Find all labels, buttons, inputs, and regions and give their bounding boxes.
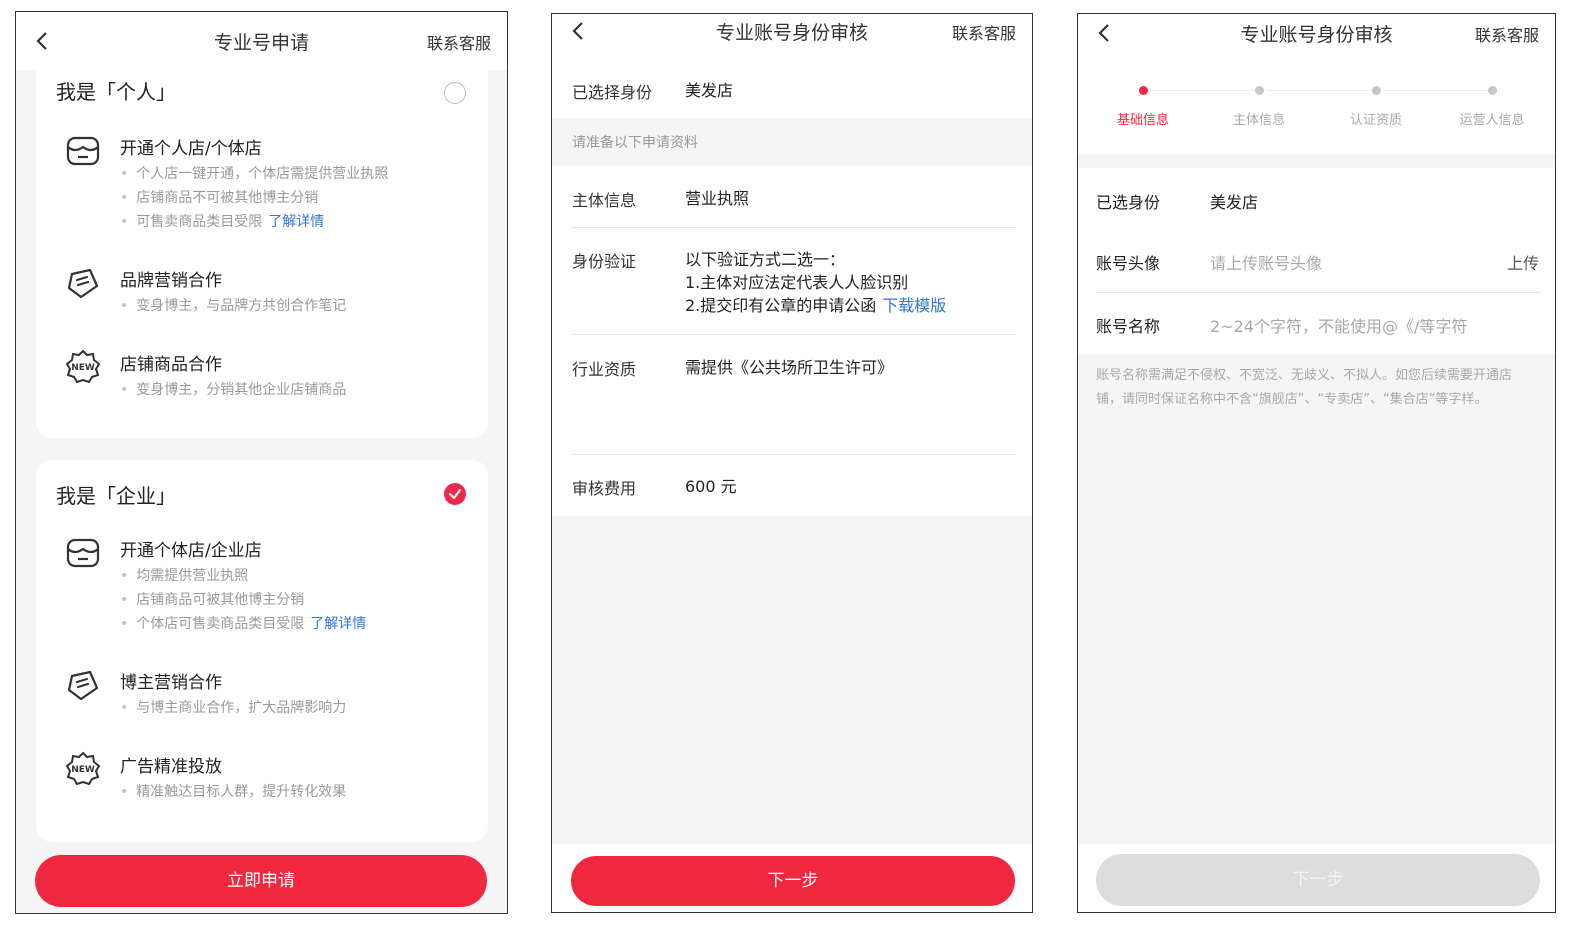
feature-bullet-with-link: 个体店可售卖商品类目受限了解详情 (120, 612, 366, 636)
feature-bullet-with-link: 可售卖商品类目受限了解详情 (120, 210, 388, 234)
feature-name: 品牌营销合作 (120, 271, 222, 291)
avatar-placeholder: 请上传账号头像 (1210, 254, 1323, 273)
radio-enterprise-checked[interactable] (444, 483, 466, 505)
feature-bullet: 可售卖商品类目受限 (136, 214, 263, 230)
step-dot (1371, 86, 1381, 95)
svg-text:NEW: NEW (71, 765, 95, 775)
divider (572, 334, 1016, 335)
selected-identity-value: 美发店 (1210, 193, 1259, 212)
step-dot (1254, 86, 1264, 95)
store-icon (66, 136, 100, 166)
step-dot (1138, 86, 1148, 95)
learn-more-link[interactable]: 了解详情 (310, 616, 366, 632)
download-template-link[interactable]: 下载模版 (882, 296, 946, 315)
feature-bullet: 与博主商业合作，扩大品牌影响力 (120, 696, 346, 720)
step-label: 主体信息 (1232, 113, 1285, 128)
requirements-list: 主体信息 营业执照 身份验证 以下验证方式二选一： 1.主体对应法定代表人人脸识… (552, 166, 1032, 516)
svg-text:NEW: NEW (71, 363, 95, 373)
requirement-line-with-link: 2.提交印有公章的申请公函 下载模版 (685, 294, 946, 317)
selected-identity-row: 已选择身份 美发店 (552, 72, 1032, 118)
feature-bullet: 变身博主，分销其他企业店铺商品 (120, 378, 346, 402)
requirement-label: 身份验证 (572, 252, 637, 271)
step-basic-info: 基础信息 (1085, 86, 1201, 128)
feature-bullet: 店铺商品不可被其他博主分销 (120, 186, 388, 210)
basic-info-form: 已选身份 美发店 账号头像 请上传账号头像 上传 账号名称 2~24个字符，不能… (1078, 168, 1555, 354)
screen-basic-info-form: 专业账号身份审核 联系客服 基础信息 主体信息 认证资质 运营人信息 已选身份 … (1077, 13, 1556, 913)
divider (572, 227, 1016, 228)
requirement-value: 营业执照 (685, 189, 750, 208)
requirement-value: 600 元 (685, 477, 737, 496)
feature-name: 博主营销合作 (120, 673, 222, 693)
step-label: 运营人信息 (1459, 113, 1525, 128)
step-entity-info: 主体信息 (1201, 86, 1317, 128)
materials-hint: 请准备以下申请资料 (572, 135, 698, 151)
new-badge-icon: NEW (65, 349, 101, 384)
next-step-button-disabled[interactable]: 下一步 (1096, 854, 1540, 906)
feature-bullet: 均需提供营业执照 (120, 564, 366, 588)
selected-identity-label: 已选择身份 (572, 83, 653, 102)
naming-rules-note: 账号名称需满足不侵权、不宽泛、无歧义、不拟人。如您后续需要开通店铺，请同时保证名… (1096, 368, 1513, 407)
next-step-button[interactable]: 下一步 (571, 856, 1015, 906)
requirement-line: 1.主体对应法定代表人人脸识别 (685, 273, 909, 292)
feature-name: 开通个体店/企业店 (120, 541, 262, 561)
feature-name: 店铺商品合作 (120, 355, 222, 375)
feature-bullet: 个体店可售卖商品类目受限 (136, 616, 305, 632)
customer-service-link[interactable]: 联系客服 (952, 20, 1016, 44)
divider (572, 454, 1016, 455)
customer-service-link[interactable]: 联系客服 (427, 30, 491, 54)
radio-personal[interactable] (444, 82, 466, 104)
avatar-label: 账号头像 (1096, 254, 1161, 273)
identity-title-enterprise: 我是「企业」 (56, 484, 176, 508)
identity-card-enterprise[interactable]: 我是「企业」 开通个体店/企业店 均需提供营业执照 店铺商品可被其他博主分销 个… (36, 460, 488, 842)
new-badge-icon: NEW (65, 751, 101, 786)
step-operator-info: 运营人信息 (1434, 86, 1550, 128)
feature-bullet: 精准触达目标人群，提升转化效果 (120, 780, 346, 804)
account-name-label: 账号名称 (1096, 317, 1161, 336)
divider (1096, 292, 1539, 293)
step-qualification: 认证资质 (1318, 86, 1434, 128)
step-label: 基础信息 (1116, 113, 1169, 128)
feature-name: 开通个人店/个体店 (120, 139, 262, 159)
nav-bar: 专业账号身份审核 联系客服 (1078, 14, 1555, 72)
screen-professional-account-apply: 专业号申请 联系客服 我是「个人」 开通个人店/个体店 个人店一键开通，个体店需… (15, 11, 508, 914)
screen-identity-review-requirements: 专业账号身份审核 联系客服 已选择身份 美发店 请准备以下申请资料 主体信息 营… (551, 13, 1033, 913)
selected-identity-label: 已选身份 (1096, 193, 1161, 212)
feature-bullet: 个人店一键开通，个体店需提供营业执照 (120, 162, 388, 186)
requirement-line: 以下验证方式二选一： (685, 250, 846, 269)
feature-bullet: 店铺商品可被其他博主分销 (120, 588, 366, 612)
brand-tag-icon (67, 268, 99, 299)
step-dot (1487, 86, 1497, 95)
progress-steps: 基础信息 主体信息 认证资质 运营人信息 (1078, 72, 1555, 154)
requirement-label: 审核费用 (572, 479, 637, 498)
requirement-value: 需提供《公共场所卫生许可》 (685, 358, 894, 377)
nav-bar: 专业账号身份审核 联系客服 (552, 14, 1032, 72)
store-icon (66, 538, 100, 568)
account-name-input[interactable]: 2~24个字符，不能使用@《/等字符 (1210, 313, 1467, 337)
check-icon (448, 488, 462, 500)
step-label: 认证资质 (1349, 113, 1402, 128)
learn-more-link[interactable]: 了解详情 (268, 214, 324, 230)
apply-now-button[interactable]: 立即申请 (35, 855, 487, 907)
upload-avatar-button[interactable]: 上传 (1507, 250, 1539, 274)
identity-card-personal[interactable]: 我是「个人」 开通个人店/个体店 个人店一键开通，个体店需提供营业执照 店铺商品… (36, 52, 488, 438)
requirement-label: 行业资质 (572, 360, 637, 379)
feature-name: 广告精准投放 (120, 757, 222, 777)
requirement-line: 2.提交印有公章的申请公函 (685, 296, 877, 315)
customer-service-link[interactable]: 联系客服 (1475, 22, 1539, 46)
feature-bullet: 变身博主，与品牌方共创合作笔记 (120, 294, 346, 318)
brand-tag-icon (67, 670, 99, 701)
identity-title-personal: 我是「个人」 (56, 80, 176, 104)
requirement-label: 主体信息 (572, 191, 637, 210)
selected-identity-value: 美发店 (685, 81, 734, 100)
requirement-value: 以下验证方式二选一： 1.主体对应法定代表人人脸识别 2.提交印有公章的申请公函… (685, 248, 946, 317)
